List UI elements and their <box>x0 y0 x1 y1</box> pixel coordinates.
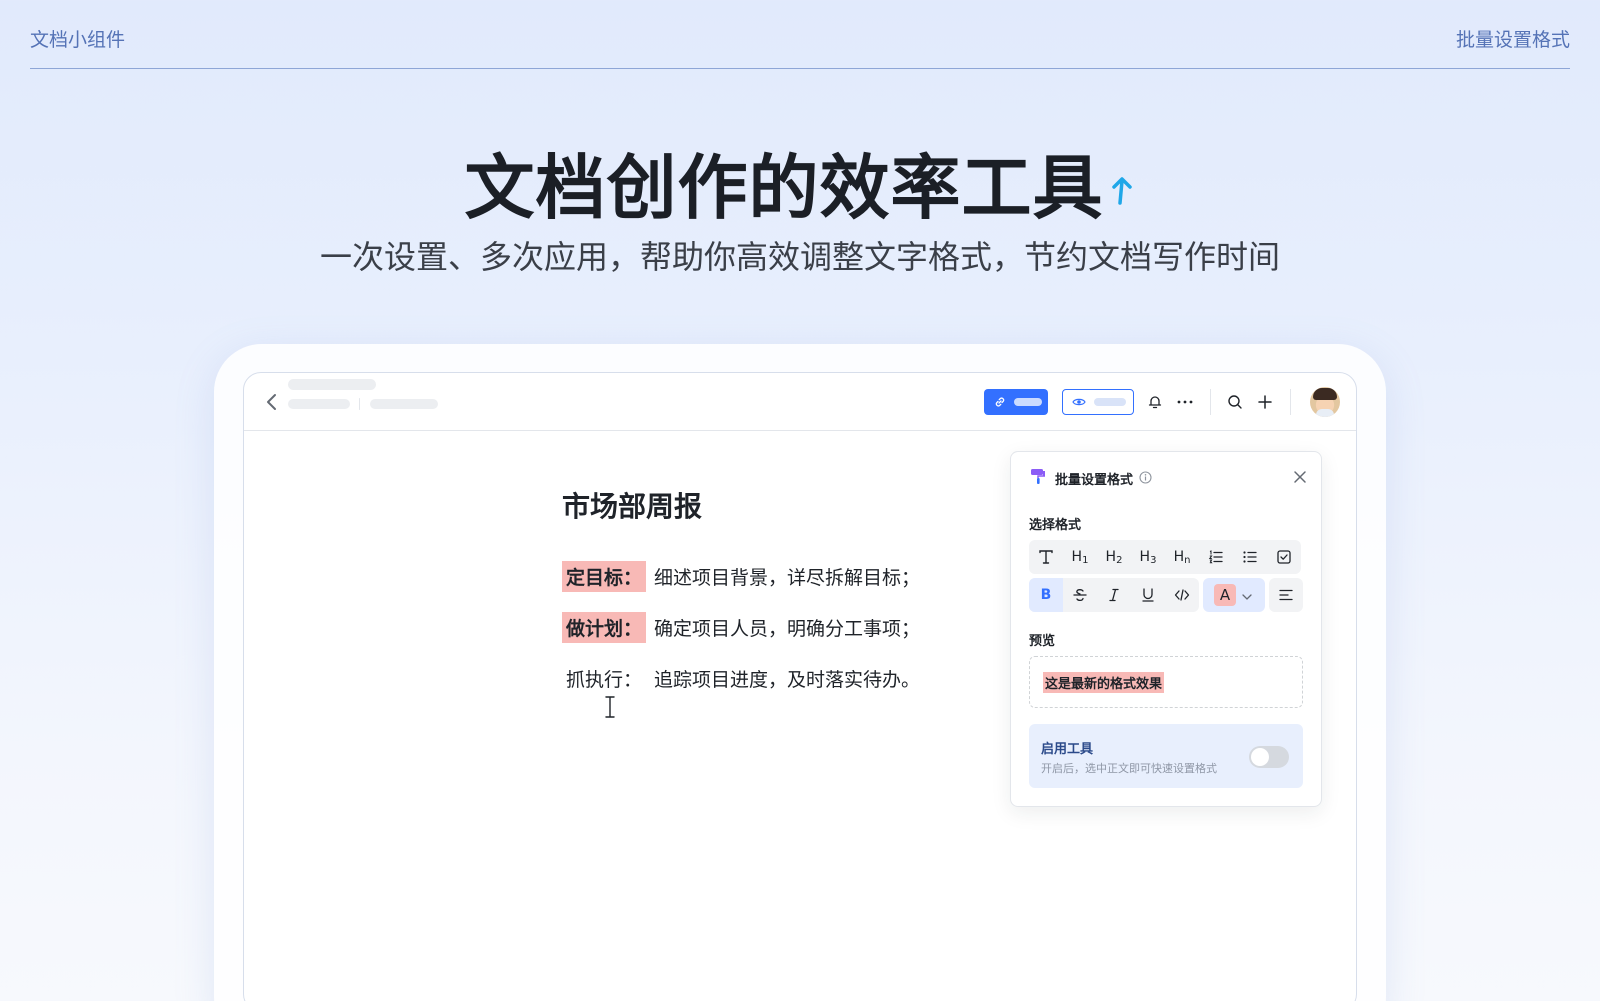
doc-meta-placeholder <box>288 399 350 409</box>
heading-n-button[interactable]: Hn <box>1165 540 1199 574</box>
line-text[interactable]: 追踪项目进度，及时落实待办。 <box>654 665 920 692</box>
text-color-icon: A <box>1214 584 1236 606</box>
code-button[interactable] <box>1165 578 1199 612</box>
line-label[interactable]: 抓执行： <box>562 663 646 694</box>
heading1-button[interactable]: H1 <box>1063 540 1097 574</box>
line-text[interactable]: 确定项目人员，明确分工事项； <box>654 614 920 641</box>
eye-icon <box>1072 393 1086 412</box>
format-brush-icon <box>1029 467 1047 489</box>
heading3-button[interactable]: H3 <box>1131 540 1165 574</box>
doc-header <box>244 373 1356 431</box>
inline-format-row: B A <box>1029 578 1303 612</box>
chevron-down-icon <box>1242 586 1252 605</box>
preview-box: 这是最新的格式效果 <box>1029 656 1303 708</box>
top-nav: 文档小组件 批量设置格式 <box>30 0 1570 69</box>
hero-title: 文档创作的效率工具 <box>0 132 1600 233</box>
hero-title-text: 文档创作的效率工具 <box>464 147 1104 229</box>
view-mode-button[interactable] <box>1062 389 1134 415</box>
line-label-highlighted[interactable]: 做计划： <box>562 612 647 643</box>
ordered-list-icon[interactable] <box>1199 540 1233 574</box>
text-color-dropdown[interactable]: A <box>1203 578 1265 612</box>
hero-subtitle: 一次设置、多次应用，帮助你高效调整文字格式，节约文档写作时间 <box>319 238 1280 276</box>
view-label-placeholder <box>1094 398 1126 406</box>
share-label-placeholder <box>1014 398 1042 406</box>
user-avatar[interactable] <box>1310 387 1340 417</box>
preview-text: 这是最新的格式效果 <box>1043 671 1165 693</box>
line-label-highlighted[interactable]: 定目标： <box>562 561 647 592</box>
doc-line-2: 做计划： 确定项目人员，明确分工事项； <box>562 612 920 643</box>
search-icon[interactable] <box>1224 391 1246 413</box>
more-icon[interactable] <box>1174 391 1196 413</box>
header-divider-2 <box>1290 389 1291 415</box>
heading2-button[interactable]: H2 <box>1097 540 1131 574</box>
panel-title: 批量设置格式 <box>1055 472 1134 488</box>
doc-meta-placeholder-2 <box>370 399 438 409</box>
doc-name-placeholder <box>288 379 376 390</box>
enable-tool-title: 启用工具 <box>1041 742 1094 757</box>
block-format-group: H1 H2 H3 Hn <box>1029 540 1301 574</box>
block-format-row: H1 H2 H3 Hn <box>1029 540 1301 574</box>
align-icon[interactable] <box>1269 578 1303 612</box>
doc-meta-divider <box>359 398 360 410</box>
header-divider <box>1210 389 1211 415</box>
batch-format-panel: 批量设置格式 选择格式 H1 H2 H3 Hn B A 预览 这是最新的格式效果… <box>1010 451 1322 807</box>
share-button[interactable] <box>984 389 1048 415</box>
panel-header: 批量设置格式 <box>1029 468 1307 488</box>
enable-tool-toggle[interactable] <box>1249 746 1289 768</box>
underline-button[interactable] <box>1131 578 1165 612</box>
inline-format-group: B <box>1029 578 1199 612</box>
enable-tool-card: 启用工具 开启后，选中正文即可快速设置格式 <box>1029 724 1303 788</box>
plus-icon[interactable] <box>1254 391 1276 413</box>
batch-format-link[interactable]: 批量设置格式 <box>1456 25 1570 52</box>
doc-title: 市场部周报 <box>562 490 703 523</box>
link-icon <box>994 393 1006 412</box>
info-icon[interactable] <box>1139 469 1152 488</box>
doc-window: 市场部周报 定目标： 细述项目背景，详尽拆解目标； 做计划： 确定项目人员，明确… <box>243 372 1357 1001</box>
doc-widgets-link[interactable]: 文档小组件 <box>30 25 125 52</box>
checkbox-icon[interactable] <box>1267 540 1301 574</box>
doc-line-1: 定目标： 细述项目背景，详尽拆解目标； <box>562 561 920 592</box>
close-icon[interactable] <box>1293 469 1307 488</box>
select-format-label: 选择格式 <box>1029 518 1082 533</box>
align-group <box>1269 578 1303 612</box>
bullet-list-icon[interactable] <box>1233 540 1267 574</box>
italic-button[interactable] <box>1097 578 1131 612</box>
up-arrow-icon <box>1110 142 1136 224</box>
text-format-button[interactable] <box>1029 540 1063 574</box>
text-cursor-icon <box>604 695 616 723</box>
bold-button[interactable]: B <box>1029 578 1063 612</box>
back-chevron-icon[interactable] <box>262 391 282 413</box>
line-text[interactable]: 细述项目背景，详尽拆解目标； <box>654 563 920 590</box>
bell-icon[interactable] <box>1144 391 1166 413</box>
enable-tool-desc: 开启后，选中正文即可快速设置格式 <box>1041 762 1217 775</box>
preview-label: 预览 <box>1029 634 1056 649</box>
strikethrough-button[interactable] <box>1063 578 1097 612</box>
doc-line-3: 抓执行： 追踪项目进度，及时落实待办。 <box>562 663 920 694</box>
